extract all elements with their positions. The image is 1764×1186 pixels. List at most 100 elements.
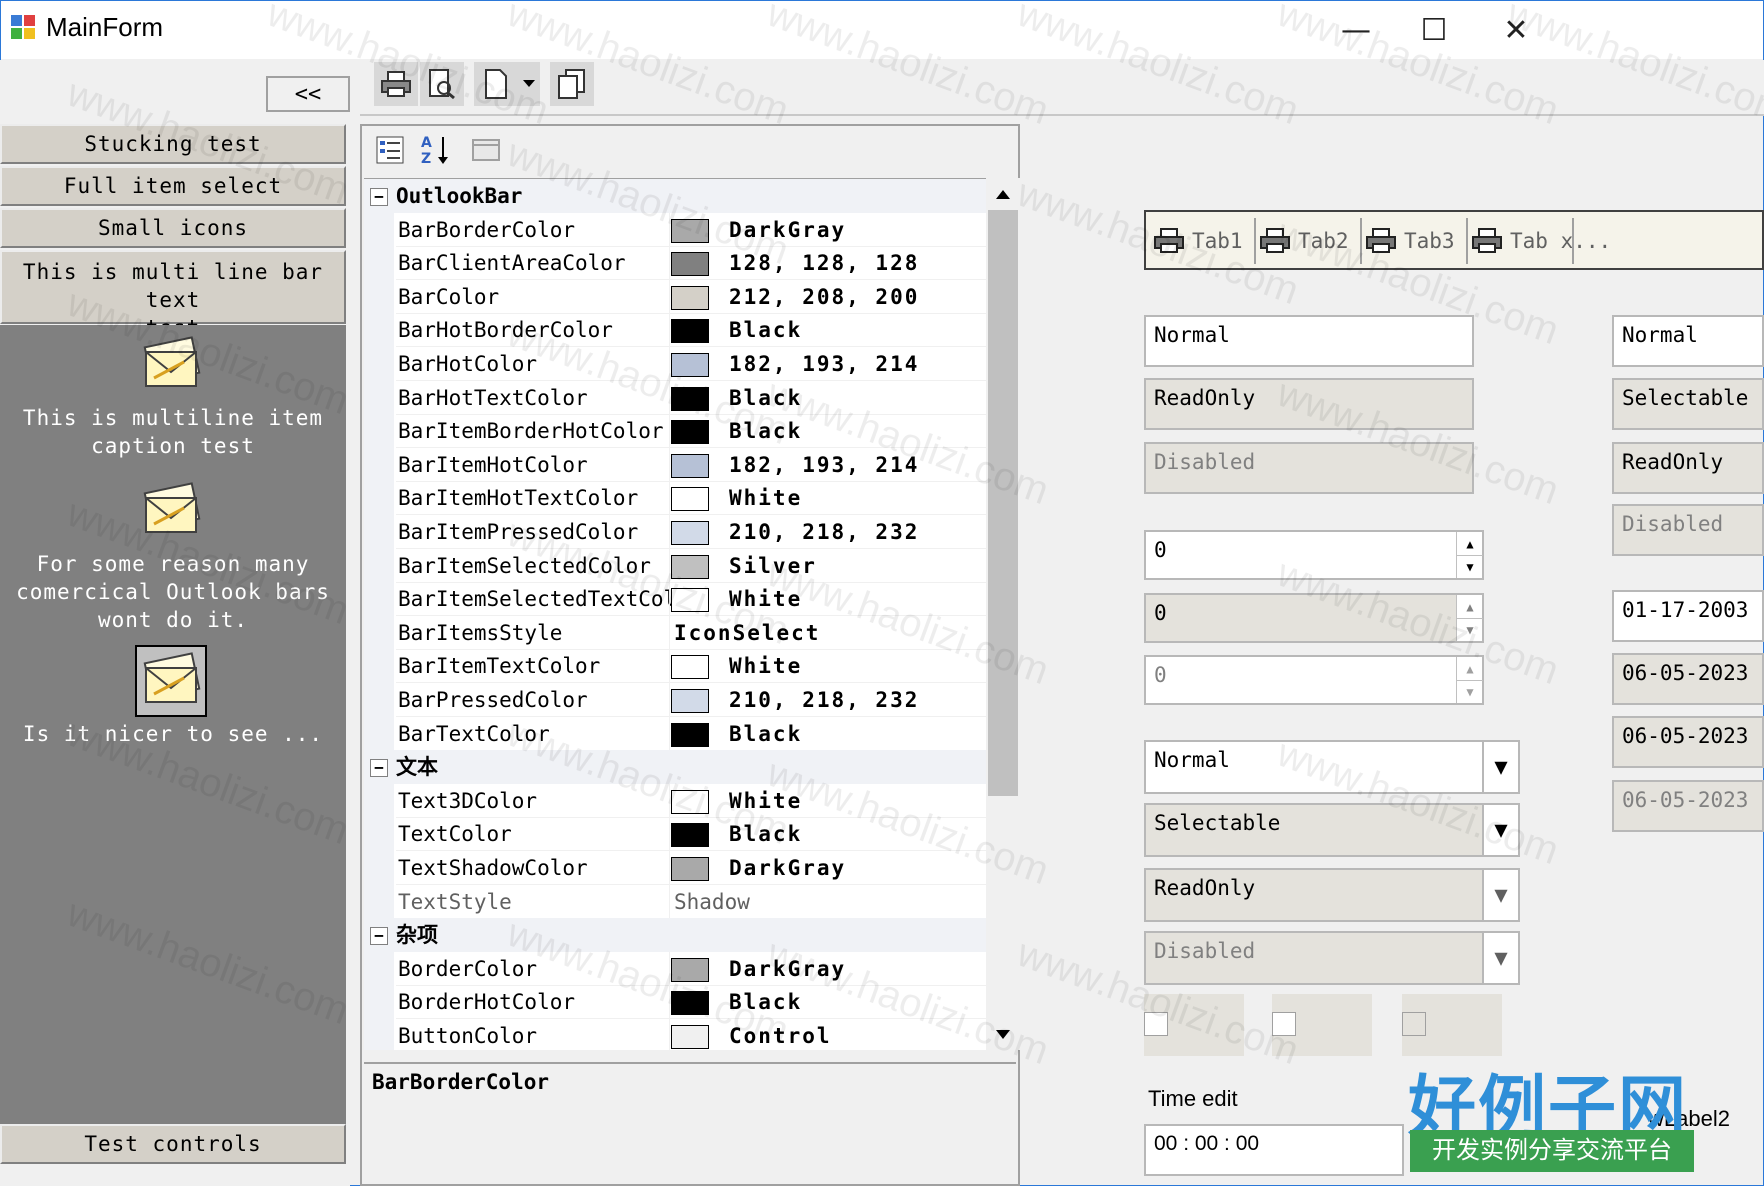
right-normal-box[interactable]: Normal — [1612, 315, 1764, 367]
print-preview-icon[interactable] — [420, 62, 464, 106]
checkbox[interactable] — [1144, 1012, 1168, 1036]
maximize-button[interactable]: ☐ — [1388, 1, 1480, 59]
spin-down-icon[interactable]: ▼ — [1457, 618, 1483, 641]
property-value: DarkGray — [729, 957, 847, 981]
property-value-cell[interactable] — [669, 549, 986, 583]
property-category[interactable]: − 文本 — [364, 750, 986, 784]
property-row[interactable]: BarTextColor Black — [364, 717, 986, 751]
checkbox[interactable] — [1272, 1012, 1296, 1036]
scroll-thumb[interactable] — [988, 210, 1018, 796]
tab-separator — [1466, 218, 1468, 264]
property-row[interactable]: ButtonColor Control — [364, 1019, 986, 1050]
combo-readonly[interactable]: ReadOnly ▼ — [1144, 868, 1520, 922]
property-row[interactable]: BarItemsStyle IconSelect — [364, 616, 986, 650]
scroll-up-arrow-icon[interactable] — [986, 178, 1020, 210]
row-gutter — [364, 851, 394, 885]
tab-4[interactable]: Tab x... — [1472, 218, 1611, 264]
right-readonly-box[interactable]: ReadOnly — [1612, 442, 1764, 494]
date-picker-selectable[interactable]: 06-05-2023 — [1612, 716, 1764, 768]
copy-icon[interactable] — [550, 62, 594, 106]
envelope-icon[interactable] — [140, 478, 204, 548]
tab-3[interactable]: Tab3 — [1366, 218, 1455, 264]
collapse-toggle-icon[interactable]: − — [370, 188, 388, 206]
tab-2[interactable]: Tab2 — [1260, 218, 1349, 264]
property-row[interactable]: BarItemSelectedTextColc White — [364, 582, 986, 616]
property-row[interactable]: Text3DColor White — [364, 784, 986, 818]
collapse-toggle-icon[interactable]: − — [370, 927, 388, 945]
bar-item-caption[interactable]: This is multiline item caption test — [0, 404, 346, 460]
bar-item-caption[interactable]: Is it nicer to see ... — [0, 720, 346, 748]
property-pages-icon[interactable] — [466, 130, 506, 170]
bar-header-stucking-test[interactable]: Stucking test — [0, 124, 346, 164]
property-row[interactable]: BarItemPressedColor 210, 218, 232 — [364, 515, 986, 549]
property-row[interactable]: BarHotBorderColor Black — [364, 313, 986, 347]
print-icon[interactable] — [374, 62, 418, 106]
chevron-down-icon[interactable]: ▼ — [1482, 870, 1518, 920]
property-category[interactable]: − 杂项 — [364, 918, 986, 952]
chevron-down-icon[interactable]: ▼ — [1482, 805, 1518, 855]
envelope-icon[interactable] — [140, 332, 204, 402]
new-document-icon[interactable] — [474, 62, 518, 106]
property-name: BarBorderColor — [396, 213, 698, 247]
property-row[interactable]: BarBorderColor DarkGray — [364, 213, 986, 247]
readonly-textbox[interactable]: ReadOnly — [1144, 378, 1474, 430]
property-value-cell[interactable] — [669, 985, 986, 1019]
property-row[interactable]: BarItemSelectedColor Silver — [364, 549, 986, 583]
property-value-cell[interactable] — [669, 381, 986, 415]
scroll-down-arrow-icon[interactable] — [986, 1018, 1020, 1050]
bar-header-full-item-select[interactable]: Full item select — [0, 166, 346, 206]
spin-down-icon[interactable]: ▼ — [1457, 555, 1483, 578]
combo-selectable[interactable]: Selectable ▼ — [1144, 803, 1520, 857]
spin-up-icon[interactable]: ▲ — [1457, 532, 1483, 555]
property-row[interactable]: BarHotColor 182, 193, 214 — [364, 347, 986, 381]
tab-1[interactable]: Tab1 — [1154, 218, 1243, 264]
dropdown-arrow-icon[interactable] — [518, 62, 540, 106]
property-row[interactable]: BarItemHotColor 182, 193, 214 — [364, 448, 986, 482]
date-picker-normal[interactable]: 01-17-2003 — [1612, 590, 1764, 642]
property-value-cell[interactable] — [669, 582, 986, 616]
property-row[interactable]: BarItemHotTextColor White — [364, 481, 986, 515]
right-selectable-box[interactable]: Selectable — [1612, 378, 1764, 430]
property-value-cell[interactable] — [669, 717, 986, 751]
property-value-cell[interactable] — [669, 784, 986, 818]
categorized-icon[interactable] — [370, 130, 410, 170]
bar-header-multiline[interactable]: This is multi line bar text test — [0, 250, 346, 340]
numeric-spinner-normal[interactable]: 0 ▲ ▼ — [1144, 530, 1484, 580]
bar-header-small-icons[interactable]: Small icons — [0, 208, 346, 248]
property-row[interactable]: TextStyle Shadow — [364, 885, 986, 919]
property-row[interactable]: BorderColor DarkGray — [364, 952, 986, 986]
combo-value: Disabled — [1154, 939, 1256, 963]
property-row[interactable]: BarClientAreaColor 128, 128, 128 — [364, 246, 986, 280]
bar-item-caption[interactable]: For some reason many comercical Outlook … — [0, 550, 346, 634]
date-picker-readonly[interactable]: 06-05-2023 — [1612, 653, 1764, 705]
alphabetical-icon[interactable]: AZ — [416, 130, 456, 170]
collapse-toggle-icon[interactable]: − — [370, 759, 388, 777]
envelope-icon[interactable] — [140, 648, 204, 718]
property-row[interactable]: BarColor 212, 208, 200 — [364, 280, 986, 314]
property-row[interactable]: BarItemTextColor White — [364, 649, 986, 683]
property-value-cell[interactable] — [669, 481, 986, 515]
combo-normal[interactable]: Normal ▼ — [1144, 740, 1520, 794]
property-value-cell[interactable] — [669, 817, 986, 851]
normal-textbox[interactable]: Normal — [1144, 315, 1474, 367]
property-row[interactable]: TextColor Black — [364, 817, 986, 851]
property-row[interactable]: BarHotTextColor Black — [364, 381, 986, 415]
chevron-down-icon[interactable]: ▼ — [1482, 742, 1518, 792]
property-value-cell[interactable] — [669, 649, 986, 683]
property-value: 128, 128, 128 — [729, 251, 920, 275]
property-value-cell[interactable] — [669, 414, 986, 448]
property-row[interactable]: BorderHotColor Black — [364, 985, 986, 1019]
property-value-cell[interactable] — [669, 313, 986, 347]
property-name: BarClientAreaColor — [396, 246, 698, 280]
property-value: 210, 218, 232 — [729, 688, 920, 712]
property-category[interactable]: − OutlookBar — [364, 179, 986, 213]
numeric-spinner-readonly[interactable]: 0 ▲ ▼ — [1144, 593, 1484, 643]
property-row[interactable]: TextShadowColor DarkGray — [364, 851, 986, 885]
property-row[interactable]: BarItemBorderHotColor Black — [364, 414, 986, 448]
time-edit-field[interactable]: 00 : 00 : 00 — [1144, 1124, 1404, 1176]
property-row[interactable]: BarPressedColor 210, 218, 232 — [364, 683, 986, 717]
bar-header-test-controls[interactable]: Test controls — [0, 1124, 346, 1164]
collapse-button[interactable]: << — [266, 76, 350, 112]
close-button[interactable]: ✕ — [1470, 1, 1562, 59]
spin-up-icon[interactable]: ▲ — [1457, 595, 1483, 618]
